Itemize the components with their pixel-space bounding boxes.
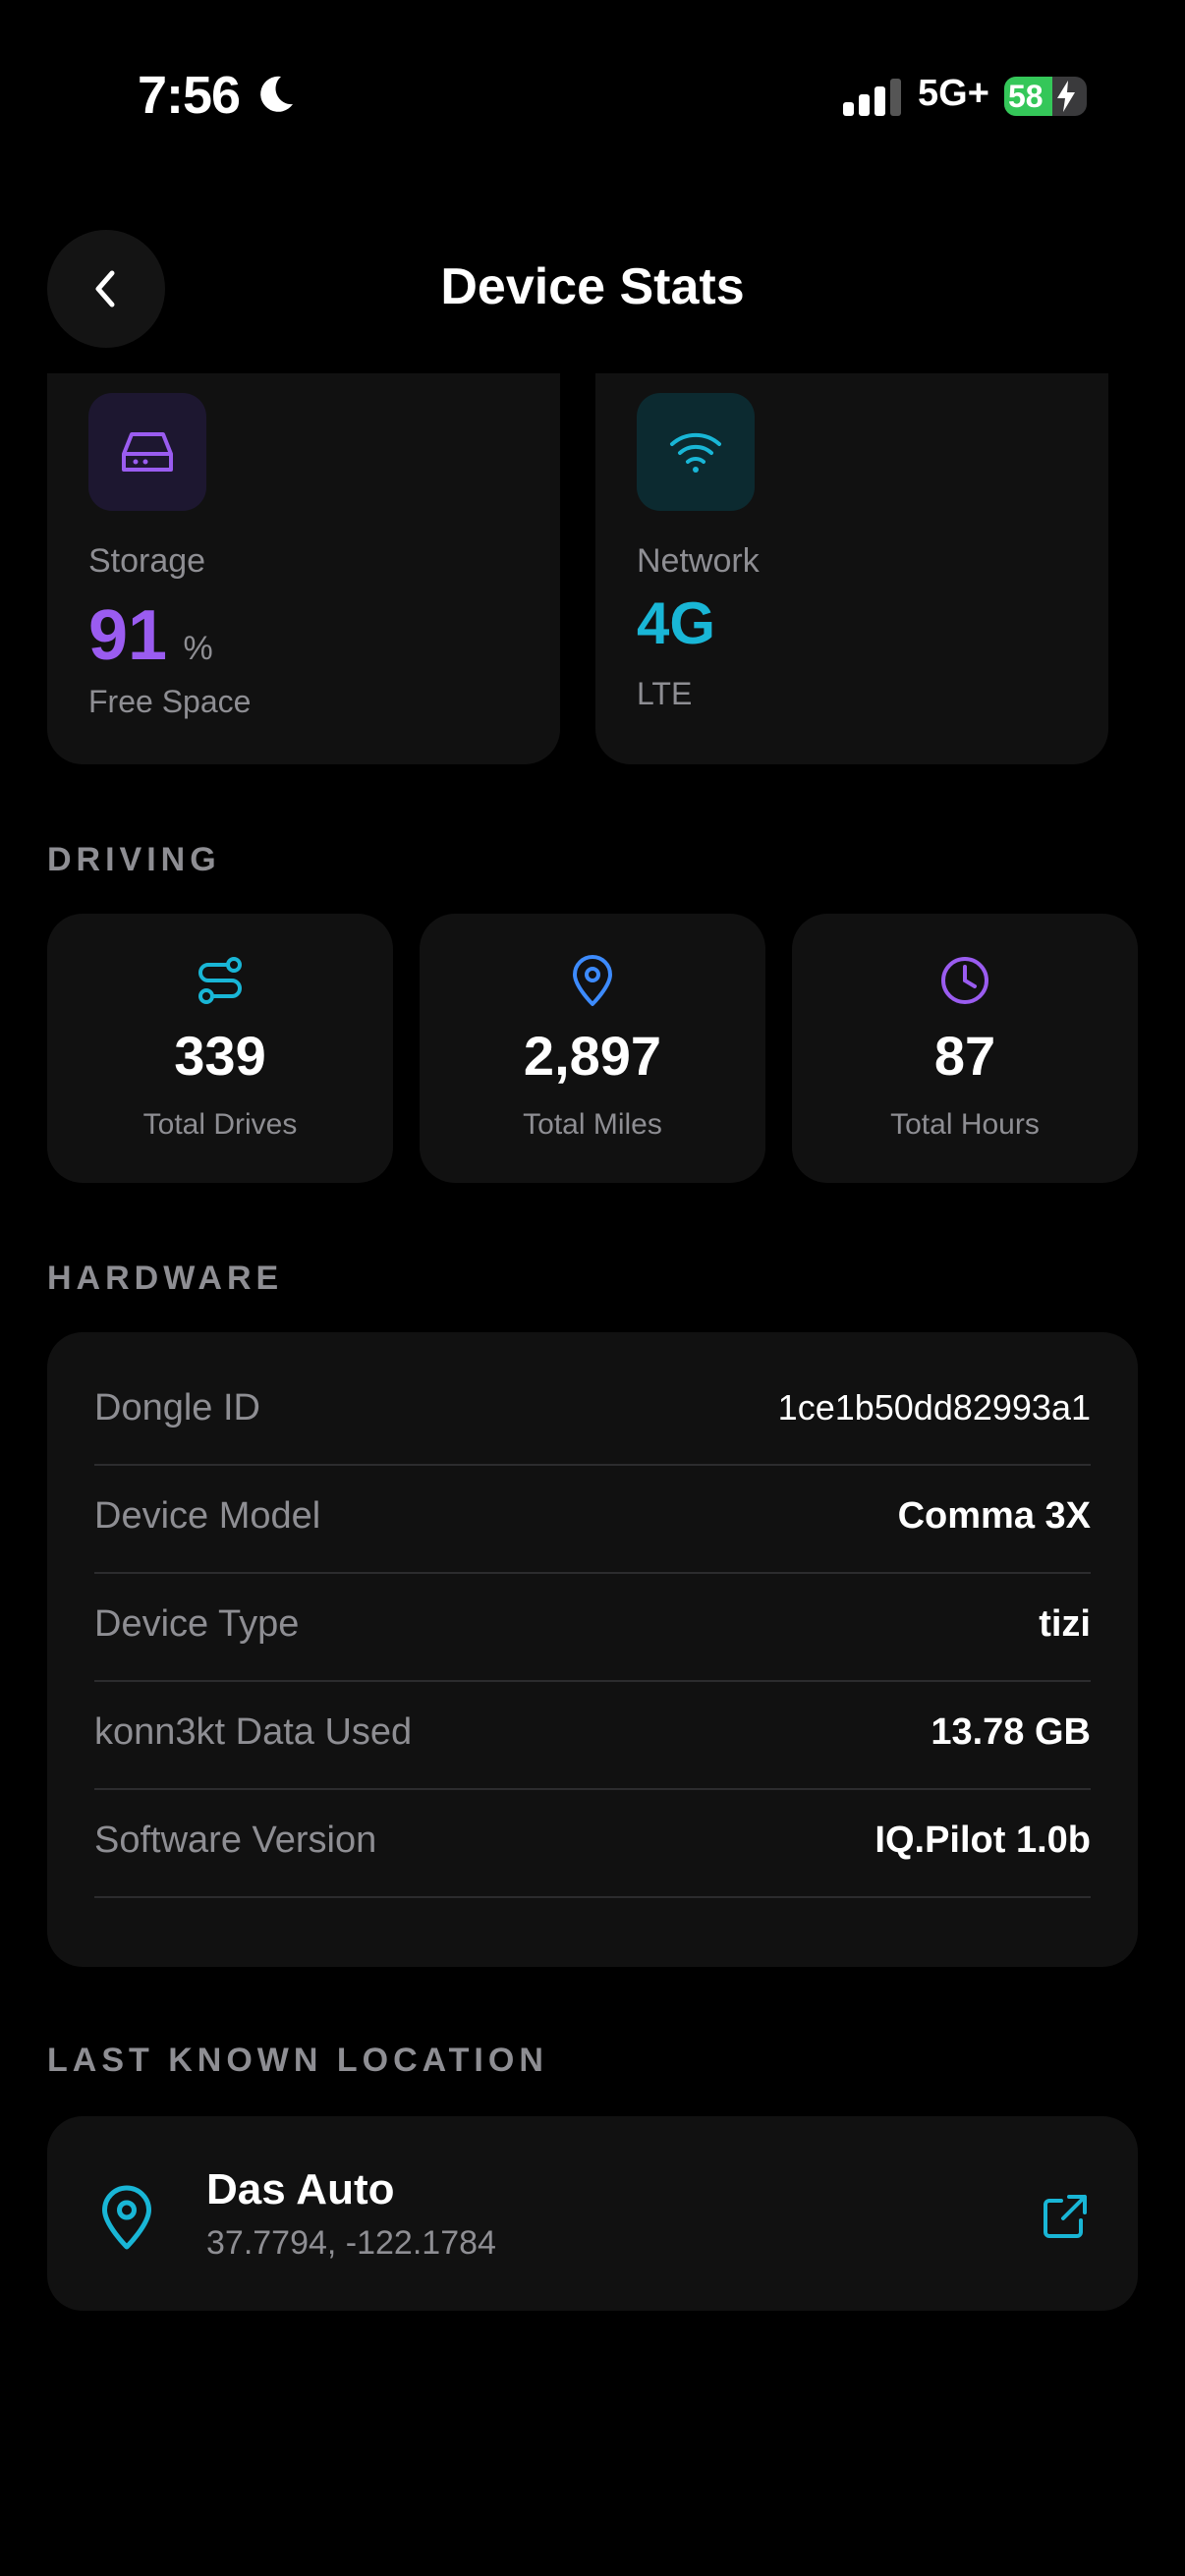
hardware-value: IQ.Pilot 1.0b bbox=[875, 1820, 1091, 1861]
route-icon bbox=[198, 957, 242, 1004]
hardware-key: Device Type bbox=[94, 1603, 300, 1645]
location-section-title: LAST KNOWN LOCATION bbox=[47, 2042, 548, 2079]
storage-label: Storage bbox=[88, 542, 206, 580]
hardware-row-device-model: Device Model Comma 3X bbox=[94, 1464, 1091, 1574]
total-miles-label: Total Miles bbox=[523, 1108, 662, 1141]
total-miles-card: 2,897 Total Miles bbox=[420, 914, 765, 1183]
network-value: 4G bbox=[637, 590, 716, 656]
network-sublabel: LTE bbox=[637, 676, 693, 711]
location-coords: 37.7794, -122.1784 bbox=[206, 2224, 496, 2262]
hardware-value: 13.78 GB bbox=[931, 1711, 1091, 1753]
battery-indicator: 58 bbox=[1004, 77, 1087, 116]
storage-sublabel: Free Space bbox=[88, 684, 252, 719]
hardware-row-dongle-id: Dongle ID 1ce1b50dd82993a1 bbox=[94, 1356, 1091, 1466]
hardware-row-device-type: Device Type tizi bbox=[94, 1572, 1091, 1682]
location-card[interactable]: Das Auto 37.7794, -122.1784 bbox=[47, 2116, 1138, 2311]
hardware-row-data-used: konn3kt Data Used 13.78 GB bbox=[94, 1680, 1091, 1790]
network-label: Network bbox=[637, 542, 760, 580]
hardware-section-title: HARDWARE bbox=[47, 1260, 284, 1297]
page-title: Device Stats bbox=[440, 258, 745, 315]
total-hours-card: 87 Total Hours bbox=[792, 914, 1138, 1183]
location-name: Das Auto bbox=[206, 2165, 395, 2213]
total-drives-card: 339 Total Drives bbox=[47, 914, 393, 1183]
cellular-signal-icon bbox=[843, 77, 902, 116]
total-hours-label: Total Hours bbox=[890, 1108, 1040, 1141]
external-link-icon[interactable] bbox=[1038, 2189, 1093, 2244]
hardware-key: Dongle ID bbox=[94, 1387, 260, 1428]
hardware-value: 1ce1b50dd82993a1 bbox=[777, 1387, 1091, 1428]
network-type-label: 5G+ bbox=[918, 73, 989, 114]
hardware-value: Comma 3X bbox=[897, 1495, 1091, 1537]
wifi-icon bbox=[670, 432, 721, 473]
status-time: 7:56 bbox=[138, 66, 241, 125]
hardware-value: tizi bbox=[1039, 1603, 1091, 1645]
hardware-row-software-version: Software Version IQ.Pilot 1.0b bbox=[94, 1788, 1091, 1898]
storage-card: Storage 91 % Free Space bbox=[47, 373, 560, 764]
total-miles-value: 2,897 bbox=[523, 1025, 662, 1087]
storage-icon-tile bbox=[88, 393, 206, 511]
map-pin-icon bbox=[102, 2185, 151, 2250]
hardware-key: Device Model bbox=[94, 1495, 321, 1537]
storage-value-row: 91 % bbox=[88, 595, 213, 676]
network-icon-tile bbox=[637, 393, 755, 511]
charging-bolt-icon bbox=[1057, 81, 1075, 112]
network-card: Network 4G LTE bbox=[595, 373, 1108, 764]
total-drives-label: Total Drives bbox=[142, 1108, 298, 1141]
hardware-key: konn3kt Data Used bbox=[94, 1711, 413, 1753]
hardware-card: Dongle ID 1ce1b50dd82993a1 Device Model … bbox=[47, 1332, 1138, 1967]
map-pin-icon bbox=[573, 955, 612, 1006]
clock-icon bbox=[941, 957, 988, 1004]
moon-icon bbox=[260, 76, 293, 112]
total-hours-value: 87 bbox=[933, 1025, 996, 1087]
total-drives-value: 339 bbox=[174, 1025, 266, 1087]
storage-value: 91 bbox=[88, 596, 168, 675]
hardware-key: Software Version bbox=[94, 1820, 377, 1861]
hard-drive-icon bbox=[122, 432, 173, 472]
driving-section-title: DRIVING bbox=[47, 841, 221, 878]
storage-unit: % bbox=[183, 630, 213, 667]
battery-percent: 58 bbox=[1008, 79, 1044, 114]
